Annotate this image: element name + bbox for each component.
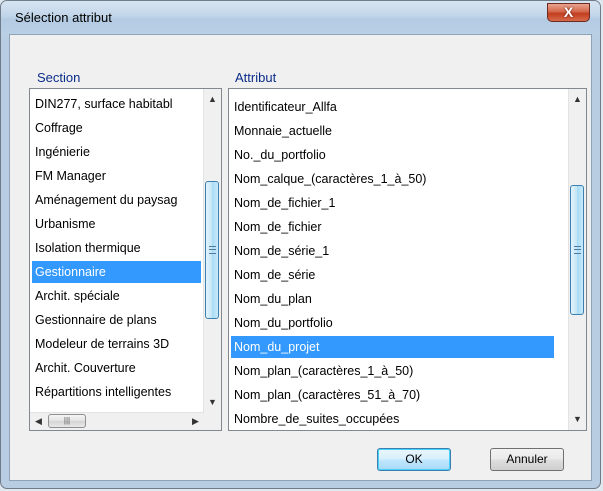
- attribut-listbox[interactable]: ▲ ▼ Identificateur_Allfa Monnaie_actuelle…: [228, 88, 587, 431]
- attribut-list-item[interactable]: Nom_du_projet: [231, 336, 554, 358]
- section-list-item[interactable]: Coffrage: [32, 117, 201, 139]
- section-list-item[interactable]: FM Manager: [32, 165, 201, 187]
- section-horizontal-scrollbar[interactable]: ◀ ||| ▶: [30, 412, 204, 430]
- ok-button[interactable]: OK: [377, 448, 451, 471]
- attribut-list-item[interactable]: Nom_de_série_1: [231, 240, 554, 262]
- section-list-item[interactable]: Ingénierie: [32, 141, 201, 163]
- attribut-label: Attribut: [235, 70, 277, 85]
- section-list-item[interactable]: Archit. Couverture: [32, 357, 201, 379]
- attribut-list-item[interactable]: Nom_de_fichier: [231, 216, 554, 238]
- section-vertical-scrollbar[interactable]: ▲ ▼: [203, 89, 221, 413]
- window-title: Sélection attribut: [15, 10, 112, 25]
- attribut-scroll-thumb[interactable]: [570, 185, 584, 315]
- scrollbar-corner: [204, 413, 221, 430]
- close-icon: X: [563, 4, 574, 20]
- section-list-item[interactable]: Aménagement du paysag: [32, 189, 201, 211]
- scroll-right-icon[interactable]: ▶: [187, 413, 204, 430]
- section-list-item[interactable]: Isolation thermique: [32, 237, 201, 259]
- attribut-list-item[interactable]: Nom_plan_(caractères_1_à_50): [231, 360, 554, 382]
- attribut-list-item[interactable]: Nom_de_fichier_1: [231, 192, 554, 214]
- attribut-list-item[interactable]: Nom_plan_(caractères_51_à_70): [231, 384, 554, 406]
- scroll-up-icon[interactable]: ▲: [204, 91, 221, 108]
- cancel-button[interactable]: Annuler: [490, 448, 564, 471]
- section-list-item[interactable]: Urbanisme: [32, 213, 201, 235]
- scroll-down-icon[interactable]: ▼: [204, 394, 221, 411]
- attribut-vertical-scrollbar[interactable]: ▲ ▼: [568, 89, 586, 430]
- close-button[interactable]: X: [547, 3, 590, 22]
- attribut-list-item[interactable]: Nom_du_plan: [231, 288, 554, 310]
- section-list-item[interactable]: Modeleur de terrains 3D: [32, 333, 201, 355]
- attribut-list-item[interactable]: Identificateur_Allfa: [231, 96, 554, 118]
- attribut-list-item[interactable]: Nom_de_série: [231, 264, 554, 286]
- section-list-item[interactable]: DIN277, surface habitabl: [32, 93, 201, 115]
- section-scroll-thumb[interactable]: [205, 181, 219, 319]
- scroll-down-icon[interactable]: ▼: [569, 411, 586, 428]
- attribut-list-item[interactable]: No._du_portfolio: [231, 144, 554, 166]
- grip-icon: [209, 246, 216, 254]
- dialog-window: Sélection attribut X Section Attribut ▲ …: [0, 0, 601, 489]
- attribut-list-item[interactable]: Nom_du_portfolio: [231, 312, 554, 334]
- section-list-item[interactable]: Archit. spéciale: [32, 285, 201, 307]
- section-hscroll-thumb[interactable]: |||: [48, 414, 86, 428]
- attribut-list-item[interactable]: Nombre_de_suites_occupées: [231, 408, 554, 430]
- grip-icon: [574, 246, 581, 254]
- attribut-list-item[interactable]: Nom_calque_(caractères_1_à_50): [231, 168, 554, 190]
- title-bar[interactable]: Sélection attribut X: [1, 1, 600, 34]
- section-listbox[interactable]: ▲ ▼ ◀ ||| ▶ DIN277, surface habitabl Coff…: [29, 88, 222, 431]
- attribut-list-item[interactable]: Monnaie_actuelle: [231, 120, 554, 142]
- section-list-item[interactable]: Gestionnaire de plans: [32, 309, 201, 331]
- section-list-item[interactable]: Répartitions intelligentes: [32, 381, 201, 403]
- section-label: Section: [37, 70, 81, 85]
- scroll-up-icon[interactable]: ▲: [569, 91, 586, 108]
- section-list-item[interactable]: Gestionnaire: [32, 261, 201, 283]
- scroll-left-icon[interactable]: ◀: [30, 413, 47, 430]
